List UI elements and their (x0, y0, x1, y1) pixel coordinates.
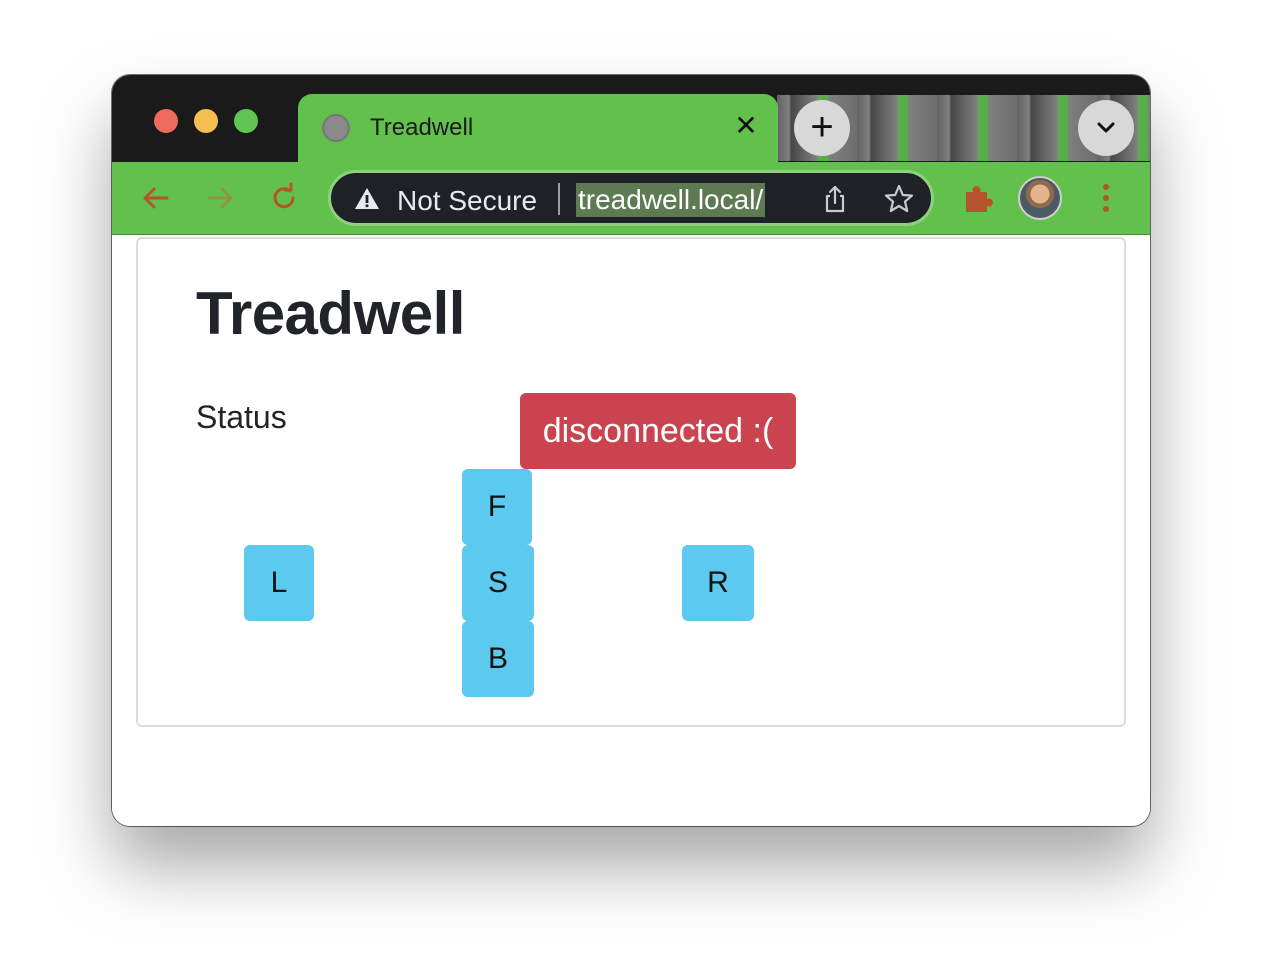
avatar[interactable] (1018, 176, 1062, 220)
reload-button[interactable] (264, 178, 304, 218)
kebab-menu-icon[interactable] (1096, 180, 1116, 216)
stop-control-button[interactable]: S (462, 545, 534, 621)
back-control-button[interactable]: B (462, 621, 534, 697)
globe-icon (322, 114, 350, 142)
browser-window: Treadwell ✕ + Not Secure treadwell.local… (112, 75, 1150, 826)
tab-search-button[interactable] (1078, 100, 1134, 156)
maximize-window-button[interactable] (234, 109, 258, 133)
chevron-down-icon (1097, 122, 1115, 133)
status-badge: disconnected :( (520, 393, 796, 469)
share-icon[interactable] (819, 183, 851, 215)
warning-triangle-icon[interactable] (353, 185, 381, 213)
page-content: Treadwell Status disconnected :( F L S R… (112, 235, 1150, 826)
right-control-button[interactable]: R (682, 545, 754, 621)
minimize-window-button[interactable] (194, 109, 218, 133)
tab-title: Treadwell (370, 114, 474, 141)
forward-button[interactable] (200, 178, 240, 218)
puzzle-icon[interactable] (960, 180, 996, 216)
forward-control-button[interactable]: F (462, 469, 532, 545)
close-tab-icon[interactable]: ✕ (730, 110, 762, 142)
close-window-button[interactable] (154, 109, 178, 133)
browser-toolbar: Not Secure treadwell.local/ (112, 162, 1150, 235)
star-icon[interactable] (883, 183, 915, 215)
new-tab-button[interactable]: + (794, 100, 850, 156)
left-control-button[interactable]: L (244, 545, 314, 621)
address-bar[interactable]: Not Secure treadwell.local/ (328, 170, 934, 226)
tab-treadwell[interactable]: Treadwell ✕ (298, 94, 778, 164)
arrow-right-icon (207, 187, 233, 209)
page-title: Treadwell (196, 280, 465, 347)
status-label: Status (196, 399, 287, 435)
control-card: Treadwell Status disconnected :( F L S R… (136, 237, 1126, 727)
tab-strip: Treadwell ✕ + (112, 75, 1150, 164)
url-text[interactable]: treadwell.local/ (576, 183, 766, 217)
arrow-left-icon (143, 187, 169, 209)
security-status-label[interactable]: Not Secure (397, 185, 537, 217)
reload-icon (273, 182, 295, 209)
divider (558, 183, 560, 215)
back-button[interactable] (136, 178, 176, 218)
